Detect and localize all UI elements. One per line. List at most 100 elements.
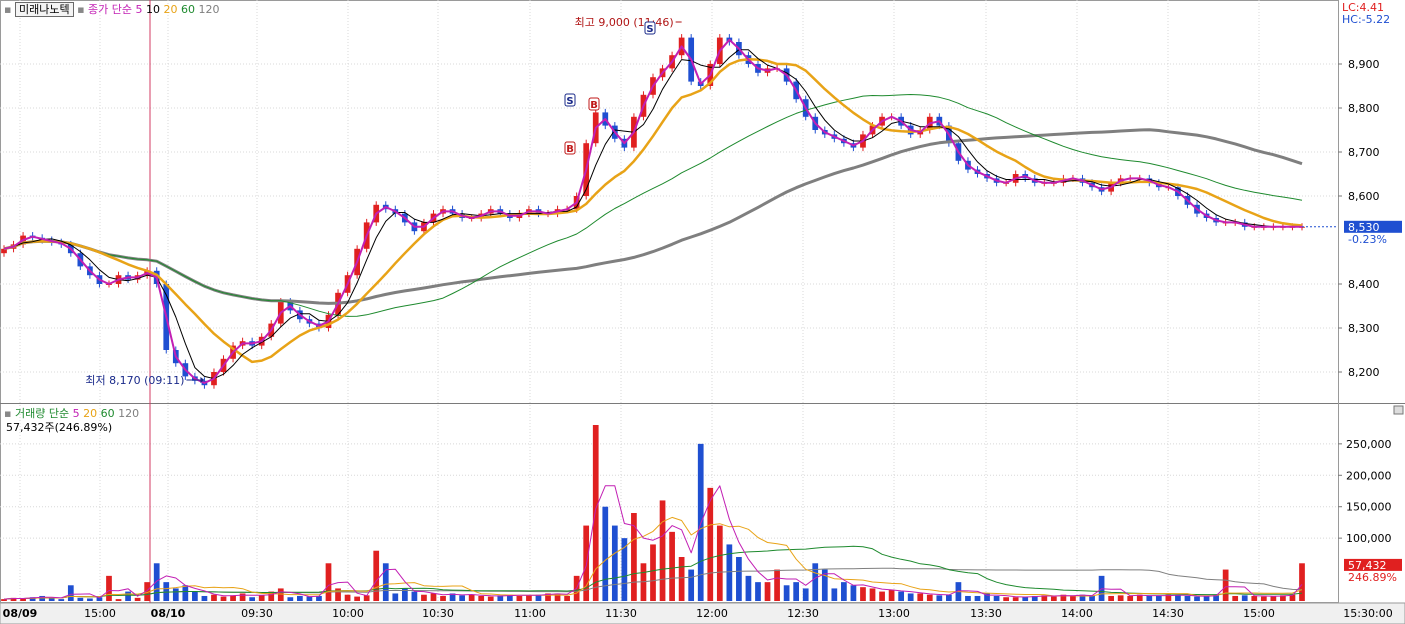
volume-bar <box>1241 595 1248 601</box>
volume-bar <box>879 591 885 601</box>
volume-bar <box>1146 595 1153 601</box>
volume-bar <box>1050 596 1057 601</box>
low-annotation: 최저 8,170 (09:11) <box>85 374 184 387</box>
volume-bar <box>48 598 55 601</box>
x-tick-label: 15:00 <box>84 607 116 620</box>
volume-bar <box>1117 595 1124 601</box>
volume-bar <box>382 563 389 601</box>
volume-bar <box>1232 595 1239 601</box>
x-tick-label: 13:30 <box>970 607 1002 620</box>
volume-tick-label: 100,000 <box>1346 532 1392 545</box>
volume-bar <box>974 595 981 601</box>
volume-bar <box>134 597 141 601</box>
volume-bar <box>468 594 475 601</box>
volume-bar <box>230 595 236 601</box>
volume-bar <box>678 557 685 601</box>
ma60-line <box>3 94 1303 317</box>
volume-bar <box>363 595 370 601</box>
stock-name[interactable]: 미래나노텍 <box>14 2 74 17</box>
volume-bar <box>239 593 246 601</box>
volume-bar <box>106 575 112 601</box>
volume-bar <box>392 593 399 601</box>
volume-bar <box>716 525 723 601</box>
volume-bar <box>1070 595 1076 601</box>
vol-ma-120: 120 <box>118 407 140 420</box>
x-tick-label: 13:00 <box>878 607 910 620</box>
volume-bar <box>249 597 256 601</box>
volume-bar <box>115 599 122 601</box>
volume-bar <box>1270 595 1277 601</box>
signal-label: S <box>646 24 653 35</box>
volume-bar <box>411 591 418 601</box>
ma-legend-10: 10 <box>146 3 161 16</box>
volume-bar <box>421 594 427 601</box>
price-tick-label: 8,200 <box>1348 366 1380 379</box>
current-change-label: -0.23% <box>1348 233 1387 246</box>
x-tick-label: 14:00 <box>1061 607 1093 620</box>
volume-bar <box>1012 597 1019 601</box>
price-tick-label: 8,600 <box>1348 190 1380 203</box>
volume-bar <box>344 594 351 601</box>
ma20-line <box>3 57 1303 364</box>
x-tick-label: 11:30 <box>605 607 637 620</box>
ma10-line <box>3 49 1302 380</box>
volume-bar <box>745 575 752 601</box>
x-tick-label: 15:00 <box>1243 607 1275 620</box>
signal-label: B <box>590 100 598 111</box>
volume-bar <box>602 506 609 601</box>
chart-window: 08/09 15:00 08/10 09:30 10:00 10:30 11:00 11:30… <box>0 0 1405 624</box>
volume-bar <box>125 591 131 601</box>
volume-bar <box>736 557 742 601</box>
volume-bar <box>802 588 809 601</box>
volume-bar <box>841 582 847 601</box>
x-tick-label: 10:30 <box>422 607 454 620</box>
volume-bar <box>860 587 866 601</box>
volume-bar <box>277 588 284 601</box>
x-tick-label: 11:00 <box>514 607 546 620</box>
volume-bar <box>487 596 494 601</box>
volume-bar <box>592 425 599 601</box>
current-volume-pct: 246.89% <box>1348 571 1397 584</box>
volume-bar <box>87 598 93 601</box>
volume-bar <box>1155 595 1162 601</box>
volume-bar <box>793 582 800 601</box>
volume-bar <box>1222 569 1229 601</box>
volume-bar <box>182 585 189 601</box>
volume-bar <box>192 591 198 601</box>
x-tick-label: 12:00 <box>696 607 728 620</box>
volume-bar <box>774 569 780 601</box>
x-tick-label: 12:30 <box>787 607 819 620</box>
ma-legend-60: 60 <box>181 3 196 16</box>
plot-border <box>0 0 1339 603</box>
stock-chart[interactable]: 08/09 15:00 08/10 09:30 10:00 10:30 11:00 11:30… <box>0 0 1405 624</box>
volume-bar <box>688 569 695 601</box>
volume-bar <box>564 595 570 601</box>
volume-bar <box>659 500 666 601</box>
ma-legend-20: 20 <box>163 3 178 16</box>
volume-bar <box>907 593 914 601</box>
x-tick-label: 10:00 <box>332 607 364 620</box>
volume-bar <box>440 595 446 601</box>
volume-bar <box>946 594 952 601</box>
x-tick-label: 09:30 <box>241 607 273 620</box>
price-tick-label: 8,800 <box>1348 102 1380 115</box>
signal-label: B <box>566 144 574 155</box>
volume-bar <box>258 595 265 601</box>
volume-bar <box>669 531 675 601</box>
volume-bar <box>459 595 465 601</box>
volume-bar <box>1003 597 1009 601</box>
volume-bar <box>516 595 523 601</box>
hc-value: HC:-5.22 <box>1342 13 1391 26</box>
volume-bar <box>726 544 733 601</box>
x-tick-label: 08/09 <box>3 607 38 620</box>
volume-bar <box>869 588 876 601</box>
volume-bar <box>287 597 294 601</box>
x-tick-label: 15:30:00 <box>1343 607 1392 620</box>
volume-bar <box>201 595 208 601</box>
volume-bar <box>373 550 380 601</box>
volume-bar <box>1194 596 1200 601</box>
volume-tick-label: 250,000 <box>1346 438 1392 451</box>
price-panel-header: ▪ 미래나노텍 ▪ 종가 단순 5 10 20 60 120 <box>4 2 220 17</box>
volume-bar <box>1089 595 1095 601</box>
volume-bar <box>58 599 65 601</box>
